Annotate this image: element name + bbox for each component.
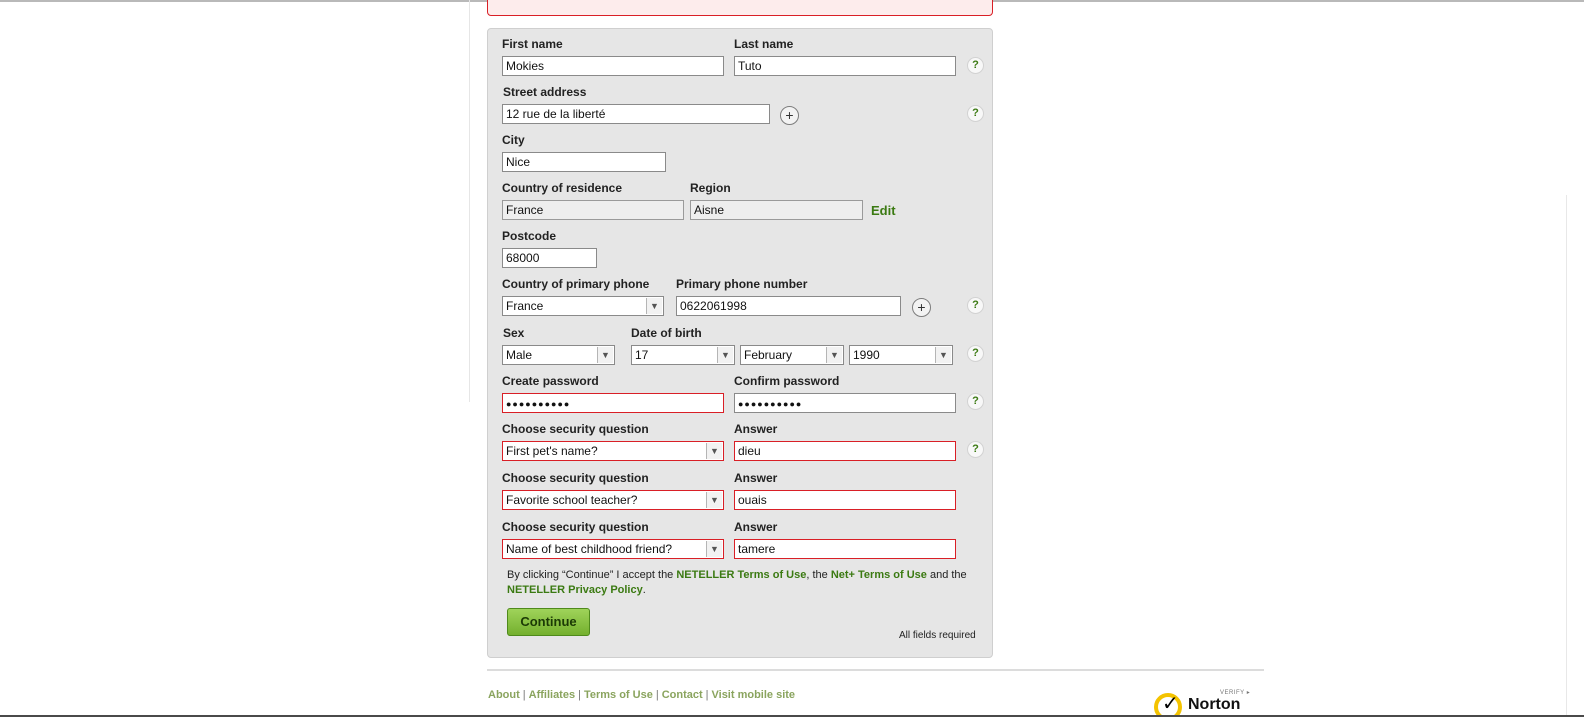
- street-address-label: Street address: [503, 85, 587, 99]
- footer-link-terms[interactable]: Terms of Use: [584, 689, 653, 701]
- security-question-label: Choose security question: [502, 422, 649, 436]
- content-left-edge: [469, 0, 470, 402]
- terms-mid-1: , the: [806, 569, 831, 581]
- chevron-down-icon: ▼: [646, 298, 662, 314]
- security-question-2-value: Favorite school teacher?: [506, 493, 638, 507]
- phone-country-select[interactable]: France ▼: [502, 296, 664, 316]
- security-answer-1-input[interactable]: dieu: [734, 441, 956, 461]
- footer-link-affiliates[interactable]: Affiliates: [529, 689, 575, 701]
- answer-label: Answer: [734, 422, 778, 436]
- create-password-label: Create password: [502, 374, 599, 388]
- registration-form: First name Last name Mokies Tuto ? Stree…: [487, 28, 993, 658]
- create-password-input[interactable]: ●●●●●●●●●●: [502, 393, 724, 413]
- city-input[interactable]: Nice: [502, 152, 666, 172]
- privacy-policy-link[interactable]: NETELLER Privacy Policy: [507, 584, 643, 596]
- security-answer-3-input[interactable]: tamere: [734, 539, 956, 559]
- first-name-label: First name: [502, 37, 563, 51]
- help-icon[interactable]: ?: [967, 105, 984, 122]
- security-question-3-select[interactable]: Name of best childhood friend? ▼: [502, 539, 724, 559]
- norton-secured-badge[interactable]: VERIFY ▸ ✓ Norton: [1148, 687, 1260, 715]
- norton-verify-text: VERIFY ▸: [1220, 690, 1251, 696]
- help-icon[interactable]: ?: [967, 57, 984, 74]
- phone-number-label: Primary phone number: [676, 277, 808, 291]
- footer-link-mobile[interactable]: Visit mobile site: [712, 689, 796, 701]
- neteller-terms-link[interactable]: NETELLER Terms of Use: [676, 569, 806, 581]
- last-name-label: Last name: [734, 37, 794, 51]
- help-icon[interactable]: ?: [967, 441, 984, 458]
- chevron-down-icon: ▼: [706, 541, 722, 557]
- answer-label: Answer: [734, 471, 778, 485]
- country-of-residence-label: Country of residence: [502, 181, 623, 195]
- date-of-birth-label: Date of birth: [631, 326, 702, 340]
- footer-separator: |: [522, 689, 526, 701]
- confirm-password-input[interactable]: ●●●●●●●●●●: [734, 393, 956, 413]
- sex-value: Male: [506, 348, 533, 362]
- phone-country-label: Country of primary phone: [502, 277, 650, 291]
- footer-divider: [487, 669, 1264, 671]
- chevron-down-icon: ▼: [706, 443, 722, 459]
- region-field: Aisne: [690, 200, 863, 220]
- dob-month-value: February: [744, 348, 793, 362]
- footer-separator: |: [705, 689, 709, 701]
- chevron-down-icon: ▼: [706, 492, 722, 508]
- first-name-input[interactable]: Mokies: [502, 56, 724, 76]
- security-question-1-value: First pet's name?: [506, 444, 598, 458]
- confirm-password-label: Confirm password: [734, 374, 840, 388]
- required-fields-note: All fields required: [899, 630, 976, 641]
- chevron-down-icon: ▼: [717, 347, 733, 363]
- sex-label: Sex: [503, 326, 525, 340]
- answer-label: Answer: [734, 520, 778, 534]
- postcode-label: Postcode: [502, 229, 557, 243]
- footer-link-about[interactable]: About: [488, 689, 520, 701]
- chevron-down-icon: ▼: [826, 347, 842, 363]
- region-label: Region: [690, 181, 731, 195]
- security-question-label: Choose security question: [502, 520, 649, 534]
- help-icon[interactable]: ?: [967, 345, 984, 362]
- dob-year-select[interactable]: 1990 ▼: [849, 345, 953, 365]
- footer-separator: |: [655, 689, 659, 701]
- chevron-down-icon: ▼: [597, 347, 613, 363]
- last-name-input[interactable]: Tuto: [734, 56, 956, 76]
- help-icon[interactable]: ?: [967, 393, 984, 410]
- phone-country-value: France: [506, 299, 544, 313]
- security-answer-2-input[interactable]: ouais: [734, 490, 956, 510]
- netplus-terms-link[interactable]: Net+ Terms of Use: [831, 569, 927, 581]
- phone-number-input[interactable]: 0622061998: [676, 296, 901, 316]
- chevron-down-icon: ▼: [935, 347, 951, 363]
- add-phone-button[interactable]: +: [912, 298, 931, 317]
- help-icon[interactable]: ?: [967, 297, 984, 314]
- security-question-label: Choose security question: [502, 471, 649, 485]
- dob-month-select[interactable]: February ▼: [740, 345, 844, 365]
- edit-location-link[interactable]: Edit: [871, 203, 896, 218]
- terms-notice: By clicking “Continue” I accept the NETE…: [507, 568, 977, 598]
- street-address-input[interactable]: 12 rue de la liberté: [502, 104, 770, 124]
- terms-mid-2: and the: [926, 569, 967, 581]
- city-label: City: [502, 133, 525, 147]
- continue-button[interactable]: Continue: [507, 608, 590, 636]
- footer-links: About | Affiliates | Terms of Use | Contact | Vi…: [488, 689, 795, 701]
- footer-link-contact[interactable]: Contact: [662, 689, 703, 701]
- dob-year-value: 1990: [853, 348, 880, 362]
- sex-select[interactable]: Male ▼: [502, 345, 615, 365]
- security-question-1-select[interactable]: First pet's name? ▼: [502, 441, 724, 461]
- terms-suffix: .: [642, 584, 646, 596]
- terms-prefix: By clicking “Continue” I accept the: [507, 569, 677, 581]
- content-right-edge: [1566, 195, 1567, 715]
- add-address-line-button[interactable]: +: [780, 106, 799, 125]
- country-of-residence-field: France: [502, 200, 684, 220]
- dob-day-select[interactable]: 17 ▼: [631, 345, 735, 365]
- postcode-input[interactable]: 68000: [502, 248, 597, 268]
- security-question-3-value: Name of best childhood friend?: [506, 542, 673, 556]
- norton-logo-text: Norton: [1188, 696, 1241, 713]
- checkmark-icon: ✓: [1162, 693, 1179, 715]
- error-message-box: [487, 0, 993, 16]
- dob-day-value: 17: [635, 348, 649, 362]
- footer-separator: |: [578, 689, 581, 701]
- security-question-2-select[interactable]: Favorite school teacher? ▼: [502, 490, 724, 510]
